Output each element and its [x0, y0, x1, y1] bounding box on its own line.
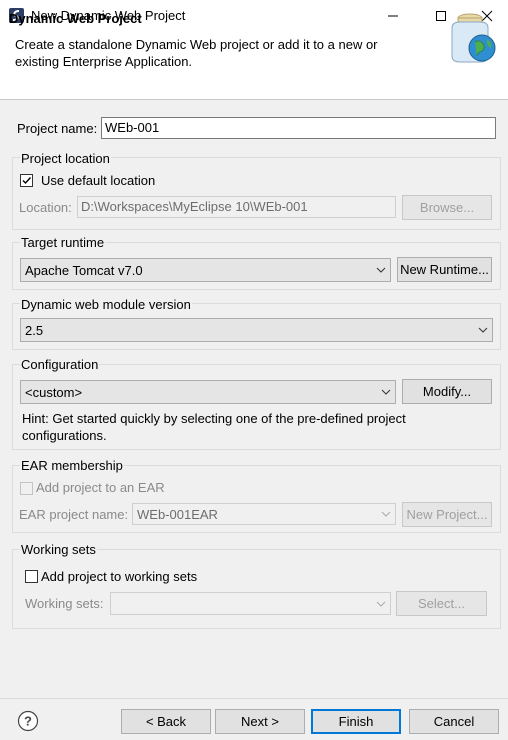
chevron-down-icon — [381, 511, 391, 517]
module-version-select[interactable]: 2.5 — [20, 318, 493, 342]
new-ear-project-button[interactable]: New Project... — [402, 502, 492, 527]
web-project-globe-icon — [451, 13, 496, 63]
target-runtime-value: Apache Tomcat v7.0 — [25, 262, 143, 278]
configuration-hint: Hint: Get started quickly by selecting o… — [22, 411, 406, 443]
help-icon[interactable]: ? — [17, 710, 39, 732]
target-runtime-label: Target runtime — [20, 235, 106, 250]
select-working-sets-button[interactable]: Select... — [396, 591, 487, 616]
chevron-down-icon — [376, 267, 386, 273]
next-button[interactable]: Next > — [215, 709, 305, 734]
ear-membership-label: EAR membership — [20, 458, 124, 473]
configuration-label: Configuration — [20, 357, 100, 372]
ear-project-name-select[interactable]: WEb-001EAR — [132, 503, 396, 525]
module-version-label: Dynamic web module version — [20, 297, 192, 312]
location-label: Location: — [19, 200, 72, 215]
use-default-location-checkbox[interactable] — [20, 174, 33, 187]
checkmark-icon — [22, 177, 32, 185]
ear-project-name-value: WEb-001EAR — [137, 506, 218, 522]
module-version-value: 2.5 — [25, 322, 44, 338]
target-runtime-select[interactable]: Apache Tomcat v7.0 — [20, 258, 391, 282]
chevron-down-icon — [381, 389, 391, 395]
add-to-ear-label: Add project to an EAR — [36, 480, 165, 495]
project-location-label: Project location — [20, 151, 111, 166]
chevron-down-icon — [376, 601, 386, 607]
add-to-working-sets-label: Add project to working sets — [41, 569, 198, 584]
working-sets-field-label: Working sets: — [25, 596, 104, 611]
configuration-select[interactable]: <custom> — [20, 380, 396, 404]
ear-project-name-label: EAR project name: — [19, 507, 129, 522]
working-sets-group — [12, 549, 501, 629]
browse-button[interactable]: Browse... — [402, 195, 492, 220]
minimize-button[interactable] — [370, 0, 416, 31]
project-name-label: Project name: — [17, 121, 98, 136]
wizard-description: Create a standalone Dynamic Web project … — [15, 37, 378, 69]
add-to-ear-checkbox[interactable] — [20, 482, 33, 495]
use-default-location-label: Use default location — [41, 173, 156, 188]
wizard-title: Dynamic Web Project — [9, 11, 142, 26]
back-button[interactable]: < Back — [121, 709, 211, 734]
working-sets-label: Working sets — [20, 542, 97, 557]
svg-text:?: ? — [24, 714, 32, 729]
minimize-icon — [388, 15, 398, 16]
add-to-working-sets-checkbox[interactable] — [25, 570, 38, 583]
working-sets-select[interactable] — [110, 592, 391, 615]
project-name-input[interactable]: WEb-001 — [101, 117, 496, 139]
chevron-down-icon — [478, 327, 488, 333]
finish-button[interactable]: Finish — [311, 709, 401, 734]
footer-separator — [0, 698, 508, 699]
location-input[interactable]: D:\Workspaces\MyEclipse 10\WEb-001 — [77, 196, 396, 218]
configuration-value: <custom> — [25, 384, 83, 400]
modify-button[interactable]: Modify... — [402, 379, 492, 404]
cancel-button[interactable]: Cancel — [409, 709, 499, 734]
new-runtime-button[interactable]: New Runtime... — [397, 257, 492, 282]
